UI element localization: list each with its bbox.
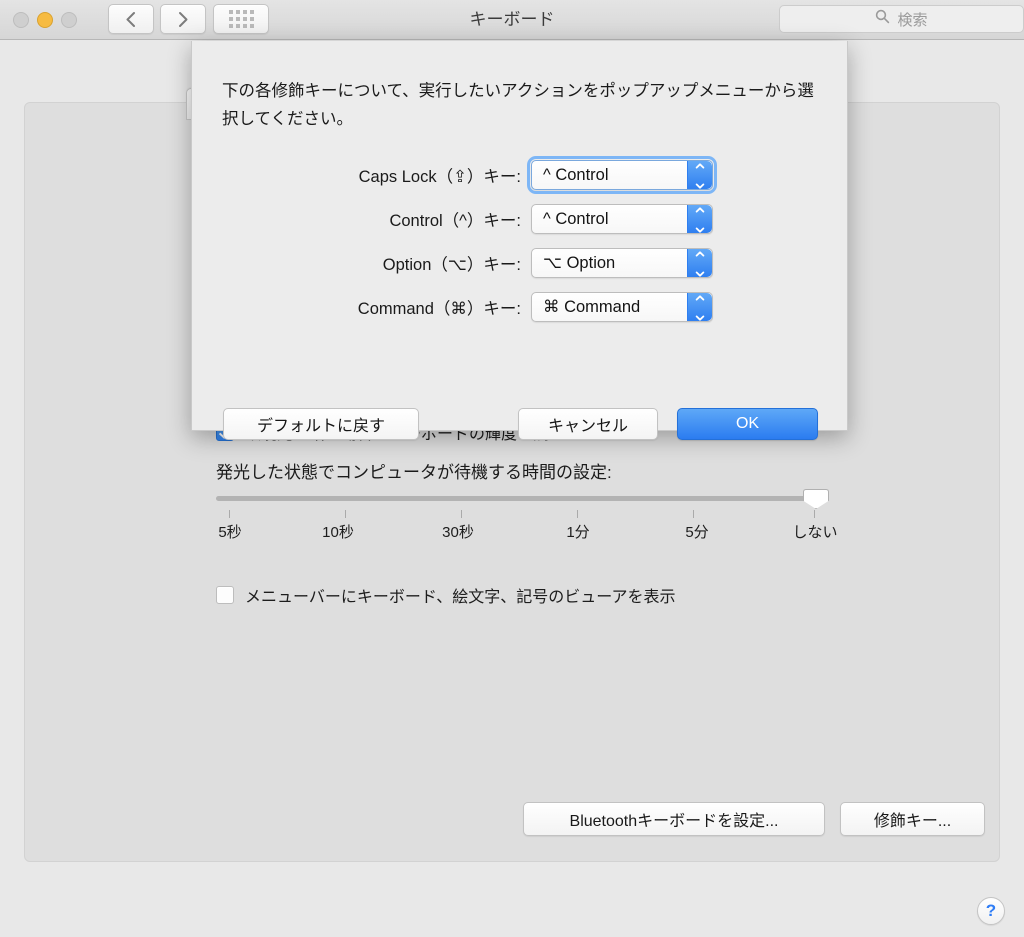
- viewer-checkbox-row[interactable]: メニューバーにキーボード、絵文字、記号のビューアを表示: [216, 583, 676, 607]
- slider-label-0: 5秒: [218, 524, 242, 541]
- row-caps-lock: Caps Lock（⇪）キー: ^ Control: [192, 153, 849, 197]
- option-label: Option（⌥）キー:: [382, 256, 521, 274]
- search-placeholder: 検索: [897, 11, 928, 29]
- command-label: Command（⌘）キー:: [357, 300, 521, 318]
- row-option: Option（⌥）キー: ⌥ Option: [192, 241, 849, 285]
- caps-lock-value: ^ Control: [543, 165, 609, 184]
- chevron-updown-icon[interactable]: [687, 249, 712, 277]
- option-value: ⌥ Option: [543, 254, 616, 272]
- slider-tick: [693, 510, 694, 518]
- modifier-rows: Caps Lock（⇪）キー: ^ Control Control（^）キー: …: [192, 153, 849, 329]
- slider-tick: [345, 510, 346, 518]
- slider-label-4: 5分: [685, 524, 709, 541]
- keyboard-preferences-window: キーボード 検索 環境光が暗い場合にキーボードの輝度を調整 発光した状態でコンピ…: [0, 0, 1024, 937]
- slider-label-5: しない: [792, 524, 838, 541]
- option-popup[interactable]: ⌥ Option: [531, 248, 713, 278]
- command-value: ⌘ Command: [543, 298, 641, 316]
- sheet-description: 下の各修飾キーについて、実行したいアクションをポップアップメニューから選択してく…: [222, 82, 814, 128]
- ok-button[interactable]: OK: [677, 408, 818, 440]
- search-input[interactable]: 検索: [779, 5, 1024, 33]
- slider-label-2: 30秒: [442, 524, 474, 541]
- slider-tick: [814, 510, 815, 518]
- row-control: Control（^）キー: ^ Control: [192, 197, 849, 241]
- cancel-button[interactable]: キャンセル: [518, 408, 658, 440]
- caps-lock-label: Caps Lock（⇪）キー:: [358, 168, 521, 186]
- modifier-keys-sheet: 下の各修飾キーについて、実行したいアクションをポップアップメニューから選択してく…: [191, 41, 849, 440]
- search-icon: [875, 9, 890, 29]
- row-command: Command（⌘）キー: ⌘ Command: [192, 285, 849, 329]
- help-button[interactable]: ?: [977, 897, 1005, 925]
- slider-tick: [229, 510, 230, 518]
- slider-tick: [577, 510, 578, 518]
- slider-track[interactable]: [216, 496, 816, 501]
- setup-bluetooth-keyboard-button[interactable]: Bluetoothキーボードを設定...: [523, 802, 825, 836]
- slider-title: 発光した状態でコンピュータが待機する時間の設定:: [216, 463, 612, 482]
- caps-lock-popup[interactable]: ^ Control: [527, 156, 717, 194]
- chevron-updown-icon[interactable]: [687, 293, 712, 321]
- modifier-keys-button[interactable]: 修飾キー...: [840, 802, 985, 836]
- slider-label-1: 10秒: [322, 524, 354, 541]
- control-popup[interactable]: ^ Control: [531, 204, 713, 234]
- control-label: Control（^）キー:: [389, 212, 521, 230]
- viewer-checkbox-label: メニューバーにキーボード、絵文字、記号のビューアを表示: [245, 589, 676, 606]
- chevron-updown-icon[interactable]: [687, 205, 712, 233]
- command-popup[interactable]: ⌘ Command: [531, 292, 713, 322]
- control-value: ^ Control: [543, 209, 609, 228]
- illumination-timeout-slider[interactable]: 5秒 10秒 30秒 1分 5分 しない: [216, 489, 838, 550]
- slider-label-3: 1分: [566, 524, 590, 541]
- slider-tick: [461, 510, 462, 518]
- chevron-updown-icon[interactable]: [687, 161, 712, 189]
- panel-bottom-buttons: Bluetoothキーボードを設定... 修飾キー...: [0, 802, 1000, 836]
- restore-defaults-button[interactable]: デフォルトに戻す: [223, 408, 419, 440]
- viewer-checkbox[interactable]: [216, 586, 234, 604]
- window-titlebar: キーボード 検索: [0, 0, 1024, 40]
